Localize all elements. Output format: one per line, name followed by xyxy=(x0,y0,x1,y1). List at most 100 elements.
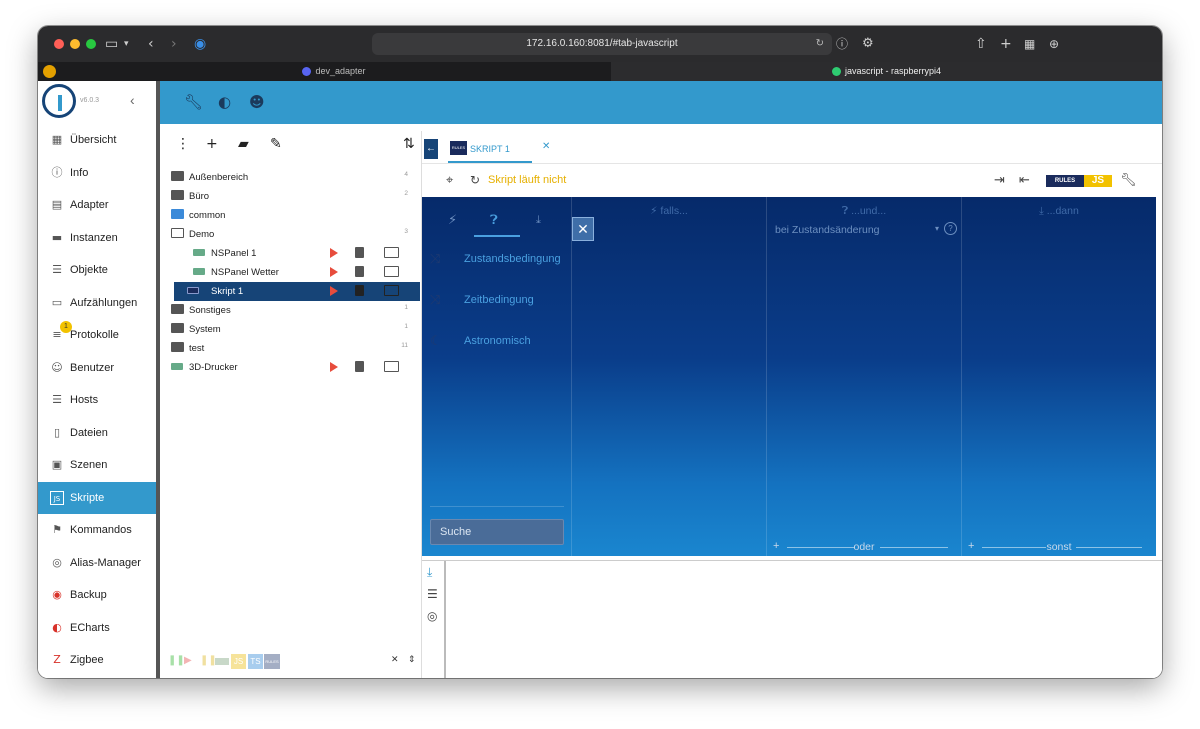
collapse-sidebar-icon[interactable]: ‹ xyxy=(130,92,135,108)
tree-row[interactable]: Sonstiges 1 xyxy=(160,301,422,320)
pinned-tab-icon[interactable] xyxy=(43,65,56,78)
expand-all-icon[interactable]: ✕ xyxy=(391,654,399,665)
target-icon[interactable]: ⌖ xyxy=(446,173,453,188)
sidebar-item-14[interactable]: ◎ Alias-Manager xyxy=(38,547,156,579)
export-icon[interactable]: ⇥ xyxy=(994,173,1005,188)
import-icon[interactable]: ⇤ xyxy=(1019,173,1030,188)
trash-icon[interactable] xyxy=(355,247,364,258)
sidebar-toggle-icon[interactable]: ▭ xyxy=(105,35,118,53)
new-tab-icon[interactable]: + xyxy=(1000,35,1012,53)
collapse-all-icon[interactable]: ⇕ xyxy=(408,654,416,665)
sidebar-item-9[interactable]: ☰ Hosts xyxy=(38,384,156,416)
tree-row[interactable]: NSPanel 1 xyxy=(160,244,422,263)
sidebar-item-17[interactable]: Z Zigbee xyxy=(38,644,156,676)
trigger-help-icon[interactable]: ? xyxy=(944,222,957,235)
filter-js-button[interactable]: JS xyxy=(231,654,246,669)
oder-footer[interactable]: + oder xyxy=(767,540,961,553)
theme-icon[interactable]: ◐ xyxy=(218,93,231,111)
eye-off-icon[interactable]: ◎ xyxy=(427,609,437,623)
download-log-icon[interactable]: ⤓ xyxy=(427,565,432,580)
play-icon[interactable] xyxy=(330,267,338,277)
editor-tab-skript1[interactable]: RULES SKRIPT 1 ✕ xyxy=(448,135,550,163)
minimize-window-button[interactable] xyxy=(70,39,80,49)
sidebar-item-1[interactable]: ▦ Übersicht xyxy=(38,124,156,156)
play-icon[interactable] xyxy=(330,362,338,372)
sidebar-item-15[interactable]: ◉ Backup xyxy=(38,579,156,611)
sort-icon[interactable]: ⇅ xyxy=(403,136,415,152)
more-vert-icon[interactable]: ⋮ xyxy=(176,136,190,152)
maximize-window-button[interactable] xyxy=(86,39,96,49)
log-layout-icon[interactable]: ☰ xyxy=(427,587,438,601)
sidebar-item-10[interactable]: ▯ Dateien xyxy=(38,417,156,449)
reload-icon[interactable]: ↻ xyxy=(816,33,824,55)
sidebar-item-8[interactable]: ☺ Benutzer xyxy=(38,352,156,384)
password-manager-icon[interactable]: ◉ xyxy=(194,35,206,53)
trash-icon[interactable] xyxy=(355,266,364,277)
filter-script-icon[interactable] xyxy=(215,658,229,665)
edit-pencil-icon[interactable]: ✎ xyxy=(270,136,282,152)
column-und[interactable]: ❓︎ ...und... bei Zustandsänderung ▾ ? + o… xyxy=(767,197,962,556)
gear-icon[interactable]: ⚙ xyxy=(862,35,874,53)
browser-tab-dev-adapter[interactable]: dev_adapter xyxy=(58,62,610,81)
info-icon[interactable]: ⓘ xyxy=(836,35,848,53)
sonst-footer[interactable]: + sonst xyxy=(962,540,1156,553)
filter-rules-button[interactable]: RULES xyxy=(264,654,280,669)
tree-row[interactable]: Demo 3 xyxy=(160,225,422,244)
tree-row[interactable]: 3D-Drucker xyxy=(160,358,422,377)
close-window-button[interactable] xyxy=(54,39,64,49)
tree-row[interactable]: NSPanel Wetter xyxy=(160,263,422,282)
condition-help-icon[interactable]: ❓︎ xyxy=(490,213,498,228)
tree-row[interactable]: Außenbereich 4 xyxy=(160,168,422,187)
sidebar-item-5[interactable]: ☰ Objekte xyxy=(38,254,156,286)
filter-ts-button[interactable]: TS xyxy=(248,654,263,669)
close-tab-icon[interactable]: ✕ xyxy=(542,141,550,152)
sidebar-item-11[interactable]: ▣ Szenen xyxy=(38,449,156,481)
trigger-select[interactable]: bei Zustandsänderung ▾ xyxy=(775,224,957,238)
browser-tab-javascript[interactable]: javascript - raspberrypi4 xyxy=(611,62,1162,81)
play-icon[interactable] xyxy=(330,248,338,258)
sidebar-item-12[interactable]: JS Skripte xyxy=(38,481,156,514)
export-script-icon[interactable] xyxy=(384,285,399,296)
wrench-settings-icon[interactable]: 🔧︎ xyxy=(1120,173,1137,188)
sidebar-item-16[interactable]: ◐ ECharts xyxy=(38,612,156,644)
rules-js-toggle[interactable]: RULES JS xyxy=(1046,173,1112,189)
download-icon[interactable]: ⊕ xyxy=(1049,35,1059,53)
oder-footer[interactable] xyxy=(572,541,766,553)
tab-overview-icon[interactable]: ▦ xyxy=(1024,35,1035,53)
back-arrow-icon[interactable]: ‹ xyxy=(148,35,154,53)
sidebar-item-7[interactable]: ≡ Protokolle 1 xyxy=(38,319,156,351)
tree-row[interactable]: Skript 1 xyxy=(174,282,420,301)
chevron-down-icon[interactable]: ▾ xyxy=(124,35,129,53)
trash-icon[interactable] xyxy=(355,361,364,372)
wrench-icon[interactable]: 🔧︎ xyxy=(184,93,203,111)
action-download-icon[interactable]: ⤓ xyxy=(536,213,541,227)
block-search-input[interactable]: Suche xyxy=(430,519,564,545)
column-dann[interactable]: ⤓ ...dann + sonst xyxy=(962,197,1156,556)
tree-row[interactable]: System 1 xyxy=(160,320,422,339)
action-flash-icon[interactable]: ⚡︎ xyxy=(448,213,457,228)
address-bar[interactable]: 172.16.0.160:8081/#tab-javascript ↻ xyxy=(372,33,832,55)
export-script-icon[interactable] xyxy=(384,266,399,277)
share-icon[interactable]: ⇧ xyxy=(975,35,987,53)
tree-row[interactable]: Büro 2 xyxy=(160,187,422,206)
sidebar-item-13[interactable]: ⚑ Kommandos xyxy=(38,514,156,546)
column-falls[interactable]: ⚡︎ falls... xyxy=(572,197,767,556)
add-folder-icon[interactable]: ▰ xyxy=(238,136,249,152)
run-all-icon[interactable]: ▶ xyxy=(184,655,192,666)
forward-arrow-icon[interactable]: › xyxy=(171,35,177,53)
sidebar-item-6[interactable]: ▭ Aufzählungen xyxy=(38,287,156,319)
tree-row[interactable]: test 11 xyxy=(160,339,422,358)
restart-icon[interactable]: ↻ xyxy=(470,173,480,187)
sidebar-item-2[interactable]: ⓘ Info xyxy=(38,157,156,189)
pause-all-icon[interactable]: ❚❚ xyxy=(168,655,185,666)
tree-row[interactable]: common xyxy=(160,206,422,225)
export-script-icon[interactable] xyxy=(384,361,399,372)
sidebar-item-3[interactable]: ▤ Adapter xyxy=(38,189,156,221)
expert-mode-icon[interactable]: ☻ xyxy=(249,93,265,111)
sidebar-item-4[interactable]: ▬ Instanzen xyxy=(38,222,156,254)
export-script-icon[interactable] xyxy=(384,247,399,258)
play-icon[interactable] xyxy=(330,286,338,296)
trash-icon[interactable] xyxy=(355,285,364,296)
add-script-icon[interactable]: + xyxy=(206,136,218,152)
back-to-list-button[interactable]: ← xyxy=(424,139,438,159)
